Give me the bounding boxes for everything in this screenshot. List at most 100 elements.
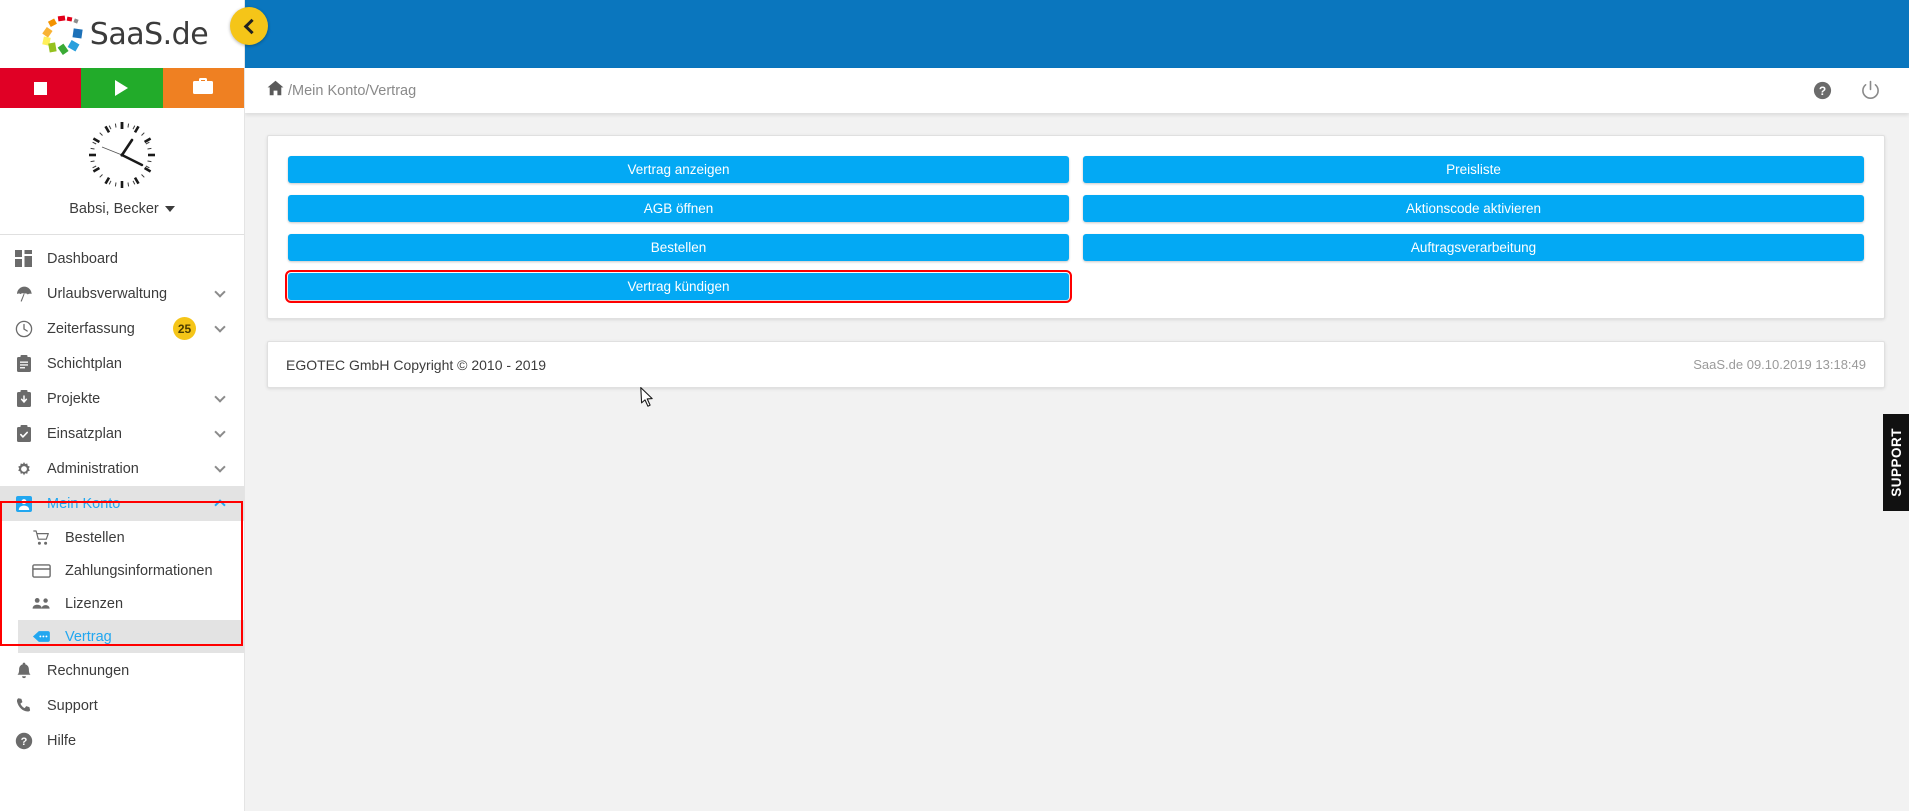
sidebar-item-lizenzen[interactable]: Lizenzen [18,587,244,620]
briefcase-icon [192,76,214,101]
start-button[interactable] [81,68,163,108]
chevron-down-icon [214,460,226,473]
shopping-cart-icon [32,528,51,547]
sidebar-item-schichtplan[interactable]: Schichtplan [0,346,244,381]
logout-icon-button[interactable] [1860,80,1881,101]
content-area: Vertrag anzeigen AGB öffnen Bestellen Ve… [245,113,1909,811]
user-panel: Babsi, Becker [0,108,244,235]
vertrag-anzeigen-button[interactable]: Vertrag anzeigen [288,156,1069,183]
breadcrumb-path: /Mein Konto/Vertrag [288,82,417,99]
breadcrumb[interactable]: /Mein Konto/Vertrag [267,80,1813,101]
help-icon-button[interactable]: ? [1813,81,1832,100]
sidebar-submenu-mein-konto: Bestellen Zahlungsinformationen Lizenzen… [0,521,244,653]
contract-actions-panel: Vertrag anzeigen AGB öffnen Bestellen Ve… [267,135,1885,319]
business-trip-button[interactable] [162,68,244,108]
sidebar-item-label: Einsatzplan [47,425,122,442]
sidebar-item-label: Support [47,697,98,714]
sidebar-item-label: Dashboard [47,250,118,267]
svg-text:?: ? [1819,84,1826,98]
sidebar-item-label: Administration [47,460,139,477]
breadcrumb-bar: /Mein Konto/Vertrag ? [245,68,1909,113]
status-badge: 25 [173,317,196,340]
sidebar-item-label: Rechnungen [47,662,130,679]
stop-icon [34,81,48,95]
chevron-up-icon [214,499,226,511]
brand-name: SaaS.de [89,16,209,52]
svg-text:?: ? [20,736,27,748]
sidebar-item-label: Hilfe [47,732,77,749]
brand-header[interactable]: SaaS.de [0,0,244,68]
user-card-icon [14,494,33,513]
user-name-label: Babsi, Becker [69,201,159,217]
sidebar-item-zahlungsinformationen[interactable]: Zahlungsinformationen [18,554,244,587]
users-icon [32,594,51,613]
main-region: /Mein Konto/Vertrag ? Vertrag anzeigen A… [245,0,1909,811]
chevron-down-icon [214,320,226,333]
app-root: SaaS.de Babsi, Becker Dashboard Urlaubsv… [0,0,1909,811]
play-icon [115,80,129,96]
sidebar-item-label: Urlaubsverwaltung [47,285,168,302]
sidebar-item-bestellen[interactable]: Bestellen [18,521,244,554]
stop-button[interactable] [0,68,82,108]
page-footer-panel: EGOTEC GmbH Copyright © 2010 - 2019 SaaS… [267,341,1885,388]
sidebar-item-dashboard[interactable]: Dashboard [0,241,244,276]
sidebar-item-mein-konto[interactable]: Mein Konto [0,486,244,521]
sidebar-item-zeiterfassung[interactable]: Zeiterfassung 25 [0,311,244,346]
contract-tag-icon [32,627,51,646]
sidebar-item-label: Lizenzen [65,595,124,612]
saas-colorwheel-logo-icon [36,12,88,56]
bell-icon [14,661,33,680]
sidebar-item-label: Projekte [47,390,101,407]
contract-actions-right-column: Preisliste Aktionscode aktivieren Auftra… [1083,156,1864,300]
gear-icon [14,459,33,478]
chevron-down-icon [214,285,226,298]
sidebar-collapse-button[interactable] [230,7,268,45]
sidebar-item-label: Bestellen [65,529,125,546]
contract-actions-left-column: Vertrag anzeigen AGB öffnen Bestellen Ve… [285,156,1072,303]
sidebar-item-administration[interactable]: Administration [0,451,244,486]
credit-card-icon [32,561,51,580]
sidebar-item-rechnungen[interactable]: Rechnungen [0,653,244,688]
status-timestamp: SaaS.de 09.10.2019 13:18:49 [1693,357,1866,372]
clock-icon [14,319,33,338]
copyright-text: EGOTEC GmbH Copyright © 2010 - 2019 [286,356,547,373]
sidebar-item-label: Schichtplan [47,355,122,372]
chevron-down-icon [214,425,226,438]
agb-oeffnen-button[interactable]: AGB öffnen [288,195,1069,222]
sidebar-nav: Dashboard Urlaubsverwaltung Zeiterfassun… [0,235,244,758]
clipboard-check-icon [14,424,33,443]
dashboard-grid-icon [14,249,33,268]
top-header-bar [245,0,1909,68]
sidebar-item-label: Zeiterfassung [47,320,135,337]
sidebar-item-label: Vertrag [65,628,112,645]
quick-action-bar [0,68,244,108]
sidebar-item-label: Zahlungsinformationen [65,562,213,579]
bestellen-button[interactable]: Bestellen [288,234,1069,261]
chevron-down-icon [164,206,175,212]
sidebar-item-einsatzplan[interactable]: Einsatzplan [0,416,244,451]
chevron-left-icon [243,18,259,34]
sidebar: SaaS.de Babsi, Becker Dashboard Urlaubsv… [0,0,245,811]
user-menu-toggle[interactable]: Babsi, Becker [69,201,175,217]
support-tab-button[interactable]: SUPPORT [1883,414,1909,511]
sidebar-item-urlaubsverwaltung[interactable]: Urlaubsverwaltung [0,276,244,311]
chevron-down-icon [214,390,226,403]
auftragsverarbeitung-button[interactable]: Auftragsverarbeitung [1083,234,1864,261]
home-icon[interactable] [267,80,284,101]
sidebar-item-support[interactable]: Support [0,688,244,723]
sidebar-item-projekte[interactable]: Projekte [0,381,244,416]
sidebar-item-hilfe[interactable]: ? Hilfe [0,723,244,758]
beach-umbrella-icon [14,284,33,303]
aktionscode-aktivieren-button[interactable]: Aktionscode aktivieren [1083,195,1864,222]
question-circle-icon: ? [14,731,33,750]
analog-clock-icon [85,118,159,192]
vertrag-kuendigen-button[interactable]: Vertrag kündigen [285,270,1072,303]
support-tab-label: SUPPORT [1888,428,1904,497]
preisliste-button[interactable]: Preisliste [1083,156,1864,183]
clipboard-icon [14,354,33,373]
clipboard-download-icon [14,389,33,408]
header-actions: ? [1813,80,1881,101]
phone-icon [14,696,33,715]
sidebar-item-vertrag[interactable]: Vertrag [18,620,244,653]
sidebar-item-label: Mein Konto [47,495,121,512]
